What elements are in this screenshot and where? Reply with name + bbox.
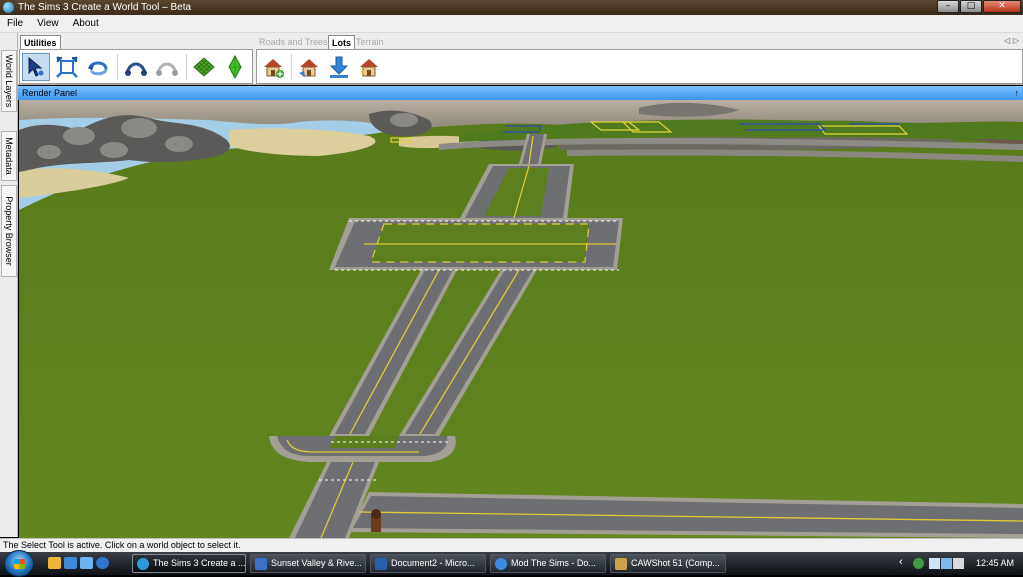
taskbar-item-label: Mod The Sims - Do...: [511, 558, 596, 568]
volume-icon[interactable]: [953, 558, 964, 569]
property-browser-tab[interactable]: Property Browser: [1, 185, 17, 277]
metadata-tab[interactable]: Metadata: [1, 131, 17, 181]
road-node-icon[interactable]: [122, 53, 150, 81]
image-editor-icon: [615, 558, 627, 570]
tab-utilities[interactable]: Utilities: [20, 35, 61, 50]
window-controls: – □ ✕: [936, 0, 1021, 14]
ribbon-tab-row: Utilities Roads and Trees Lots Terrain ◁…: [18, 35, 1023, 50]
sim-plumbob-icon[interactable]: [221, 53, 249, 81]
pin-icon[interactable]: ↑: [1015, 86, 1020, 100]
show-hidden-icons-button[interactable]: ‹: [899, 556, 903, 568]
tab-scroll-arrows[interactable]: ◁ ▷: [1004, 36, 1019, 45]
ribbon: Utilities Roads and Trees Lots Terrain ◁…: [18, 33, 1023, 85]
clock[interactable]: 12:45 AM: [976, 552, 1014, 575]
tab-lots[interactable]: Lots: [328, 35, 355, 50]
network-icon[interactable]: [913, 558, 924, 569]
app-window: The Sims 3 Create a World Tool – Beta – …: [0, 0, 1023, 577]
edit-lot-house-icon[interactable]: [295, 53, 323, 81]
left-dock: World Layers Metadata Property Browser: [0, 33, 18, 537]
tab-terrain[interactable]: Terrain: [353, 35, 387, 50]
tab-roads-and-trees[interactable]: Roads and Trees: [256, 35, 331, 50]
world-scene[interactable]: [19, 100, 1023, 538]
minimize-button[interactable]: –: [937, 0, 959, 13]
world-layers-tab[interactable]: World Layers: [1, 50, 17, 112]
utilities-toolbar: [19, 49, 253, 84]
taskbar-item-document2[interactable]: Document2 - Micro...: [370, 554, 486, 573]
title-bar: The Sims 3 Create a World Tool – Beta – …: [0, 0, 1023, 15]
system-tray: ‹ 12:45 AM: [893, 552, 1023, 575]
import-lot-download-icon[interactable]: [325, 53, 353, 81]
menu-about[interactable]: About: [66, 15, 106, 33]
status-text: The Select Tool is active. Click on a wo…: [3, 540, 241, 550]
terrain-grid-icon[interactable]: [190, 53, 218, 81]
taskbar-item-label: CAWShot 51 (Comp...: [631, 558, 720, 568]
word-document-icon: [375, 558, 387, 570]
taskbar-item-label: Document2 - Micro...: [391, 558, 475, 568]
internet-explorer-icon: [495, 558, 507, 570]
app-globe-icon: [3, 2, 14, 13]
metadata-label: Metadata: [4, 137, 14, 175]
switch-windows-icon[interactable]: [80, 557, 93, 569]
property-browser-label: Property Browser: [4, 196, 14, 266]
taskbar-item-mod-the-sims[interactable]: Mod The Sims - Do...: [490, 554, 606, 573]
add-lot-house-icon[interactable]: [259, 53, 287, 81]
menu-file[interactable]: File: [0, 15, 30, 33]
maximize-button[interactable]: □: [960, 0, 982, 13]
transform-handles-icon[interactable]: [53, 53, 81, 81]
status-bar: The Select Tool is active. Click on a wo…: [0, 538, 1023, 552]
road-node-disabled-icon[interactable]: [153, 53, 181, 81]
render-panel-header: Render Panel ↑: [18, 86, 1023, 100]
render-viewport[interactable]: [19, 100, 1023, 538]
display-icon[interactable]: [941, 558, 952, 569]
taskbar-item-caw[interactable]: The Sims 3 Create a ...: [132, 554, 246, 573]
globe-icon: [137, 558, 149, 570]
toolbar-separator: [117, 54, 118, 80]
document-icon: [255, 558, 267, 570]
start-button[interactable]: [4, 550, 34, 577]
render-panel-title: Render Panel: [22, 88, 78, 98]
toolbar-separator: [291, 54, 292, 80]
toolbar-separator: [186, 54, 187, 80]
windows-taskbar: The Sims 3 Create a ... Sunset Valley & …: [0, 550, 1023, 577]
world-object-tree-top[interactable]: [371, 509, 381, 519]
lots-toolbar: [256, 49, 1023, 84]
close-button[interactable]: ✕: [983, 0, 1021, 13]
internet-explorer-icon[interactable]: [96, 557, 109, 569]
folder-icon[interactable]: [48, 557, 61, 569]
rotate-view-icon[interactable]: [84, 53, 112, 81]
connection-icon[interactable]: [929, 558, 940, 569]
lot-house-sparkle-icon[interactable]: [355, 53, 383, 81]
world-layers-label: World Layers: [4, 54, 14, 108]
menu-view[interactable]: View: [30, 15, 66, 33]
taskbar-item-sunset-valley[interactable]: Sunset Valley & Rive...: [250, 554, 366, 573]
taskbar-item-cawshot[interactable]: CAWShot 51 (Comp...: [610, 554, 726, 573]
taskbar-item-label: The Sims 3 Create a ...: [153, 558, 246, 568]
show-desktop-icon[interactable]: [64, 557, 77, 569]
window-title: The Sims 3 Create a World Tool – Beta: [18, 2, 192, 13]
taskbar-item-label: Sunset Valley & Rive...: [271, 558, 362, 568]
menu-bar: File View About: [0, 15, 1023, 33]
select-arrow-icon[interactable]: [22, 53, 50, 81]
